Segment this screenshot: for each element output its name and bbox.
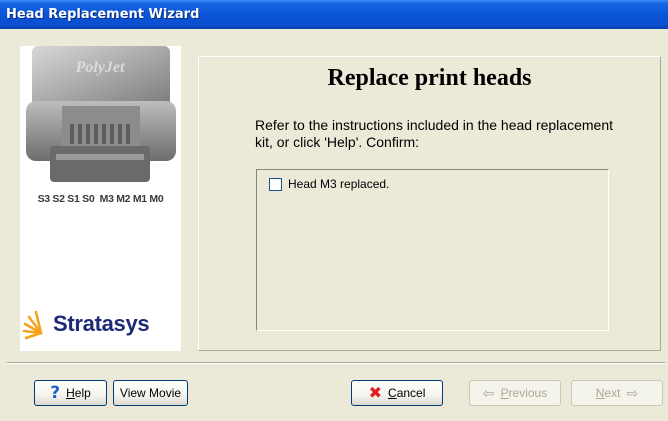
question-mark-icon: ? [50, 382, 61, 403]
confirm-item-head-m3[interactable]: Head M3 replaced. [269, 177, 389, 191]
stratasys-logo: Stratasys [20, 309, 181, 343]
page-title: Replace print heads [327, 65, 532, 91]
confirm-list: Head M3 replaced. [256, 169, 609, 331]
help-button[interactable]: ? Help [34, 380, 107, 406]
svg-text:PolyJet: PolyJet [75, 59, 125, 76]
right-arrow-icon: ⇨ [626, 385, 639, 401]
view-movie-button[interactable]: View Movie [113, 380, 188, 406]
window-title: Head Replacement Wizard [6, 7, 200, 22]
separator-highlight [7, 363, 665, 364]
print-head-image: PolyJet [26, 46, 176, 182]
head-m3-replaced-checkbox[interactable] [269, 177, 282, 191]
sidebar: PolyJet S3 S2 S1 S0 M3 M2 M1 M0 Stratasy… [20, 46, 181, 351]
instruction-text: Refer to the instructions included in th… [255, 117, 613, 150]
window-title-bar[interactable]: Head Replacement Wizard [0, 0, 668, 29]
stratasys-logo-mark-icon [22, 310, 43, 340]
head-slot-labels: S3 S2 S1 S0 M3 M2 M1 M0 [37, 193, 164, 205]
view-movie-button-label: View Movie [119, 386, 182, 400]
next-button-label: Next [595, 386, 621, 400]
red-x-icon: ✖ [368, 383, 383, 402]
help-button-label: Help [66, 386, 91, 400]
left-arrow-icon: ⇦ [482, 385, 495, 401]
content-panel: Replace print heads Refer to the instruc… [198, 56, 661, 351]
next-button[interactable]: Next ⇨ [571, 380, 663, 406]
previous-button-label: Previous [500, 386, 548, 400]
confirm-item-label: Head M3 replaced. [288, 177, 390, 191]
previous-button[interactable]: ⇦ Previous [469, 380, 561, 406]
cancel-button-label: Cancel [388, 386, 426, 400]
cancel-button[interactable]: ✖ Cancel [351, 380, 443, 406]
logo-text: Stratasys [53, 311, 150, 336]
